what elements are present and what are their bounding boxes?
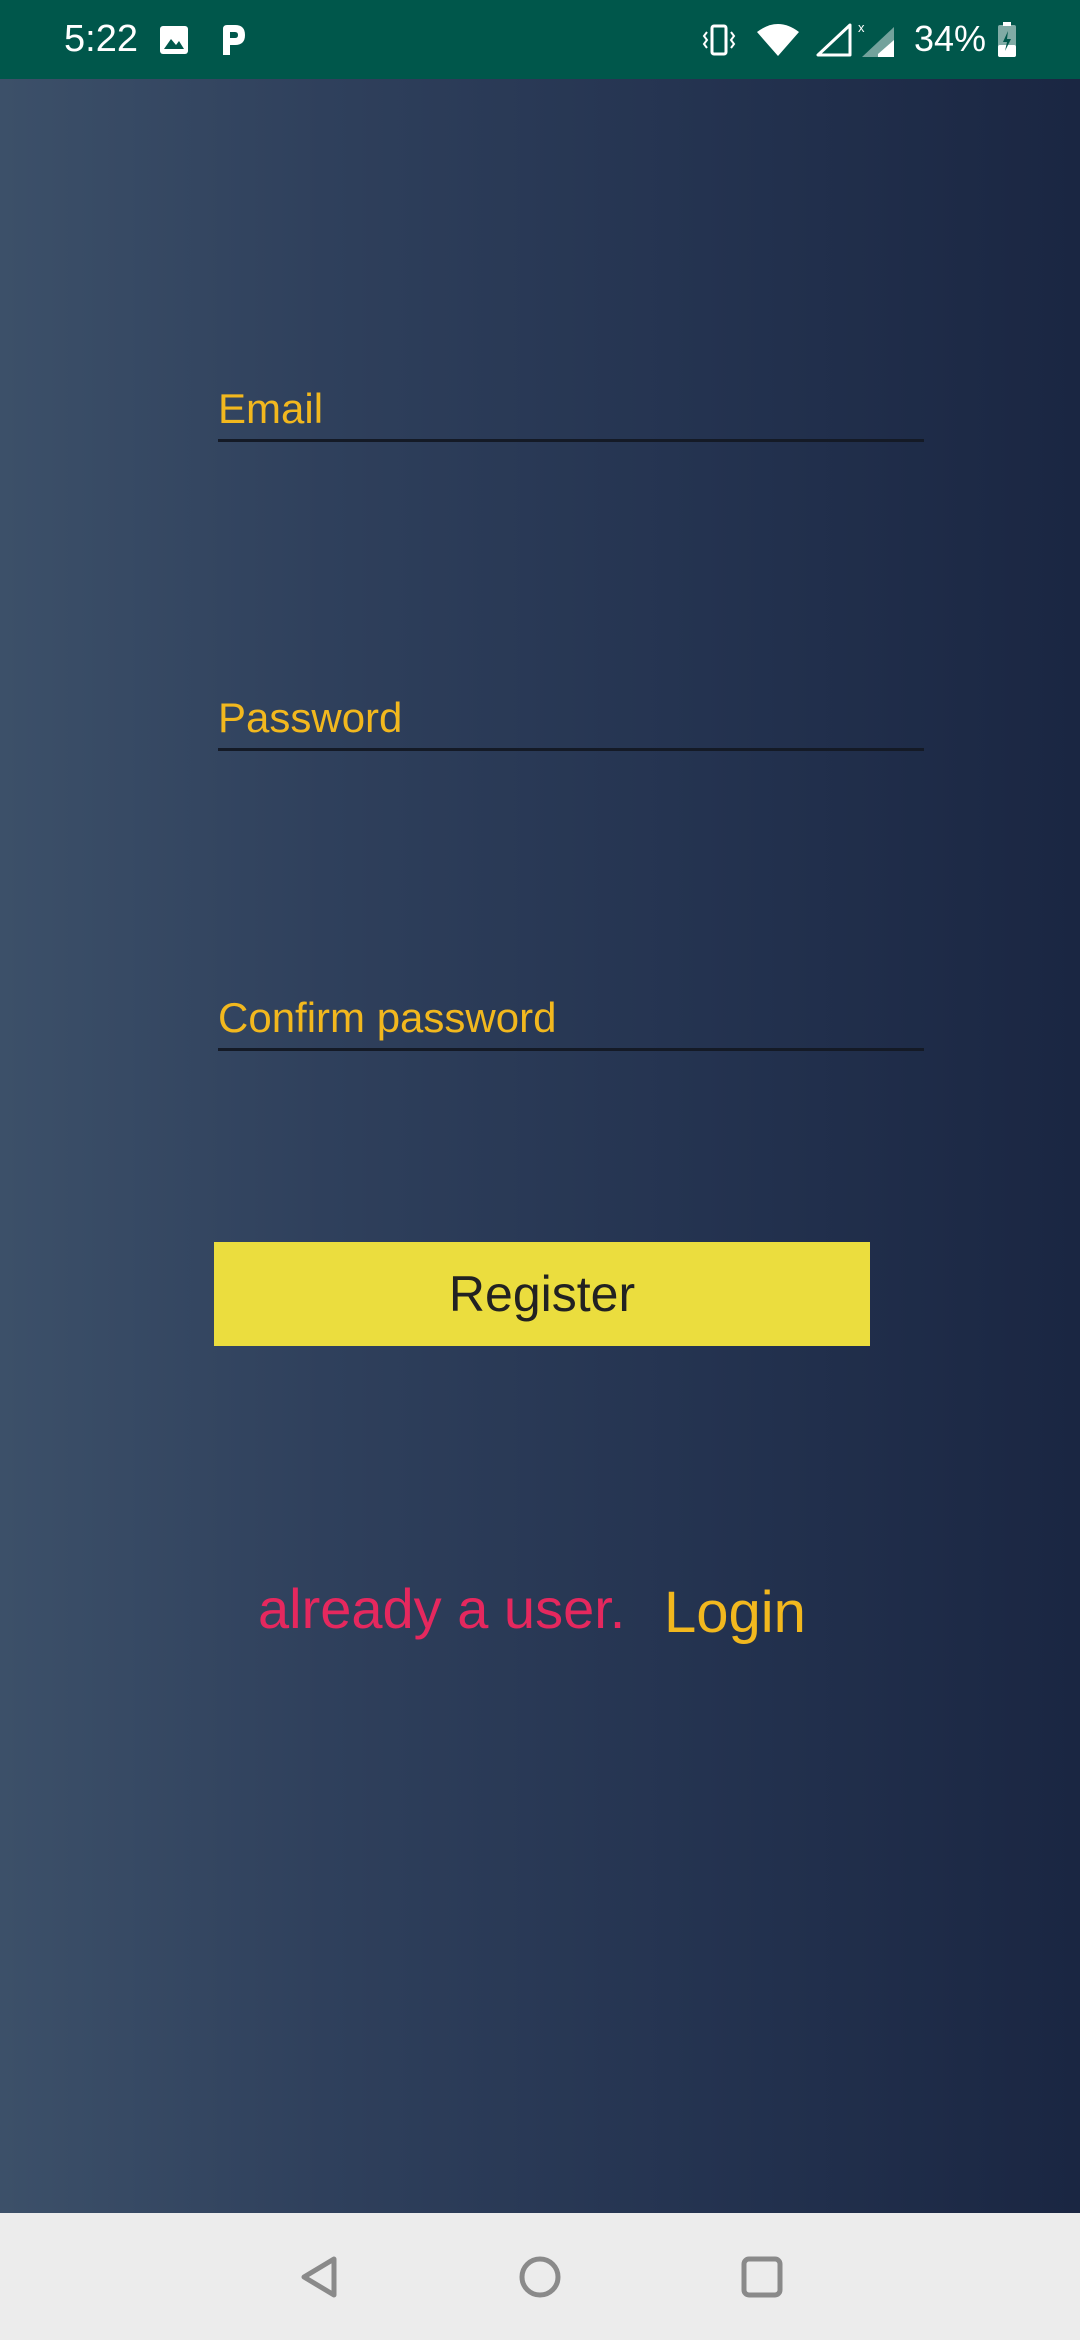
email-field (218, 379, 924, 442)
signal-icon (814, 0, 854, 79)
recents-icon[interactable] (707, 2213, 817, 2340)
status-bar: 5:22 x 34% (0, 0, 1080, 79)
confirm-password-field (218, 988, 924, 1051)
vibrate-icon (700, 0, 738, 79)
battery-icon (994, 0, 1020, 79)
register-screen: 5:22 x 34% Email Register already a user… (0, 0, 1080, 2340)
home-icon[interactable] (485, 2213, 595, 2340)
navigation-bar (0, 2213, 1080, 2340)
wifi-icon (754, 0, 802, 79)
login-link[interactable]: Login (664, 1580, 806, 1646)
svg-text:x: x (858, 20, 865, 35)
p-app-icon (216, 0, 250, 79)
password-input[interactable] (218, 688, 924, 748)
register-button[interactable]: Register (214, 1242, 870, 1346)
email-input[interactable] (218, 379, 924, 439)
confirm-password-input[interactable] (218, 988, 924, 1048)
already-user-text: already a user. (258, 1577, 626, 1640)
password-field (218, 688, 924, 751)
image-icon (156, 0, 192, 79)
back-icon[interactable] (265, 2213, 375, 2340)
status-time: 5:22 (64, 18, 138, 60)
signal-x-icon: x (858, 0, 898, 79)
battery-percent: 34% (914, 18, 987, 59)
